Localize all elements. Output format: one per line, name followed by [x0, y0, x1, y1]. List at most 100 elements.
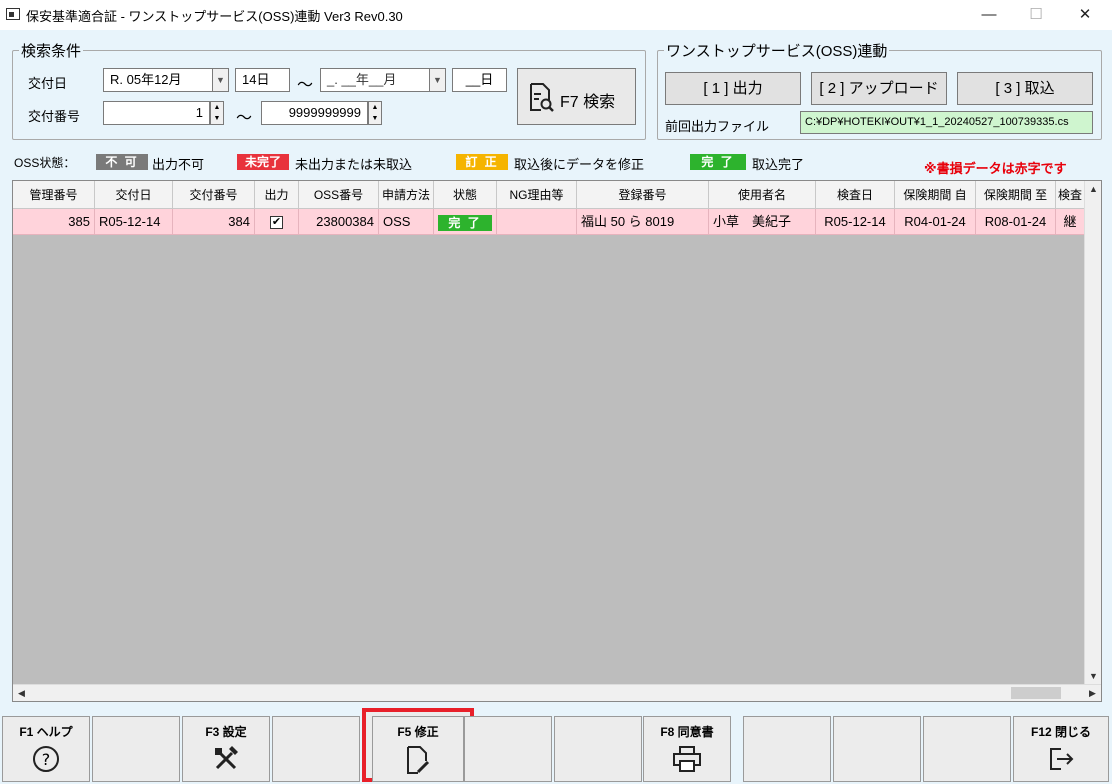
f11-empty-button[interactable] [923, 716, 1011, 782]
date-to-month-field[interactable]: _. __年__月 [320, 68, 430, 92]
f3-label: F3 設定 [205, 725, 247, 739]
cell-kofu-no[interactable]: 384 [173, 209, 255, 235]
search-button-label: F7 検索 [560, 94, 616, 111]
minimize-button[interactable]: — [966, 0, 1012, 30]
cell-extra[interactable]: 継 [1056, 209, 1085, 235]
cell-reg-no[interactable]: 福山 50 ら 8019 [577, 209, 709, 235]
last-file-label: 前回出力ファイル [665, 119, 770, 134]
f7-empty-button[interactable] [554, 716, 642, 782]
f2-empty-button[interactable] [92, 716, 180, 782]
scroll-up-icon[interactable]: ▲ [1085, 181, 1102, 198]
oss-import-button[interactable]: [ 3 ] 取込 [957, 72, 1093, 105]
scroll-down-icon[interactable]: ▼ [1085, 668, 1102, 685]
maximize-button[interactable]: ☐ [1013, 0, 1059, 30]
cell-ng-reason[interactable] [497, 209, 577, 235]
f6-empty-button[interactable] [464, 716, 552, 782]
cell-status[interactable]: 完 了 [434, 209, 497, 235]
header-status[interactable]: 状態 [434, 181, 497, 209]
search-document-icon [530, 83, 554, 112]
f4-empty-button[interactable] [272, 716, 360, 782]
cell-ins-to[interactable]: R08-01-24 [976, 209, 1056, 235]
f5-edit-button[interactable]: F5 修正 [372, 716, 464, 782]
header-kanri[interactable]: 管理番号 [13, 181, 95, 209]
record-grid[interactable]: 管理番号 交付日 交付番号 出力 OSS番号 申請方法 状態 NG理由等 登録番… [12, 180, 1102, 702]
f12-label: F12 閉じる [1030, 725, 1091, 739]
status-badge-unavailable: 不 可 [96, 154, 148, 170]
header-kofubi[interactable]: 交付日 [95, 181, 173, 209]
f8-label: F8 同意書 [660, 725, 714, 739]
date-range-tilde: ～ [297, 77, 314, 94]
horizontal-scroll-thumb[interactable] [1011, 687, 1061, 699]
header-kensa[interactable]: 検査日 [816, 181, 895, 209]
cell-kofubi[interactable]: R05-12-14 [95, 209, 173, 235]
help-icon: ? [3, 745, 89, 779]
edit-document-icon [373, 745, 463, 781]
status-text-unavailable: 出力不可 [152, 157, 205, 172]
cell-oss-no[interactable]: 23800384 [299, 209, 379, 235]
status-text-complete: 取込完了 [752, 157, 805, 172]
spoiled-data-note: ※書損データは赤字です [924, 161, 1067, 176]
cell-method[interactable]: OSS [379, 209, 434, 235]
number-to-spinner[interactable]: ▲ ▼ [368, 101, 382, 125]
header-method[interactable]: 申請方法 [379, 181, 434, 209]
f1-label: F1 ヘルプ [19, 725, 73, 739]
cell-output[interactable]: ✔ [255, 209, 299, 235]
table-row[interactable]: 385 R05-12-14 384 ✔ 23800384 OSS 完 了 福山 … [13, 209, 1085, 235]
tools-icon [183, 745, 269, 779]
status-badge-incomplete: 未完了 [237, 154, 289, 170]
header-oss-no[interactable]: OSS番号 [299, 181, 379, 209]
f12-close-button[interactable]: F12 閉じる [1013, 716, 1109, 782]
number-from-spinner[interactable]: ▲ ▼ [210, 101, 224, 125]
cell-kanri[interactable]: 385 [13, 209, 95, 235]
cell-user[interactable]: 小草 美紀子 [709, 209, 816, 235]
number-from-field[interactable]: 1 [103, 101, 210, 125]
scroll-right-icon[interactable]: ▶ [1084, 685, 1101, 702]
scroll-left-icon[interactable]: ◀ [13, 685, 30, 702]
number-to-field[interactable]: 9999999999 [261, 101, 368, 125]
app-icon [6, 8, 20, 20]
status-text-incomplete: 未出力または未取込 [295, 157, 413, 172]
oss-output-button[interactable]: [ 1 ] 出力 [665, 72, 801, 105]
last-file-path: C:¥DP¥HOTEKI¥OUT¥1_1_20240527_100739335.… [800, 111, 1093, 134]
header-output[interactable]: 出力 [255, 181, 299, 209]
oss-status-label: OSS状態： [14, 156, 76, 170]
header-kofu-no[interactable]: 交付番号 [173, 181, 255, 209]
horizontal-scrollbar[interactable]: ◀ ▶ [13, 684, 1101, 701]
header-ins-from[interactable]: 保険期間 自 [895, 181, 976, 209]
exit-icon [1014, 745, 1108, 779]
f9-empty-button[interactable] [743, 716, 831, 782]
output-checkbox[interactable]: ✔ [270, 216, 283, 230]
date-label: 交付日 [28, 76, 68, 91]
cell-ins-from[interactable]: R04-01-24 [895, 209, 976, 235]
status-badge-complete: 完 了 [690, 154, 746, 170]
grid-header: 管理番号 交付日 交付番号 出力 OSS番号 申請方法 状態 NG理由等 登録番… [13, 181, 1085, 209]
search-button[interactable]: F7 検索 [517, 68, 636, 125]
close-window-button[interactable]: ✕ [1062, 0, 1108, 30]
f10-empty-button[interactable] [833, 716, 921, 782]
date-from-day-field[interactable]: 14日 [235, 68, 290, 92]
f8-consent-button[interactable]: F8 同意書 [643, 716, 731, 782]
header-reg-no[interactable]: 登録番号 [577, 181, 709, 209]
number-label: 交付番号 [28, 109, 81, 124]
svg-text:?: ? [42, 750, 51, 769]
window-title: 保安基準適合証 - ワンストップサービス(OSS)連動 Ver3 Rev0.30 [26, 9, 403, 24]
date-from-dropdown-icon[interactable]: ▼ [212, 68, 229, 92]
f3-settings-button[interactable]: F3 設定 [182, 716, 270, 782]
oss-legend: ワンストップサービス(OSS)連動 [666, 43, 888, 60]
header-ng-reason[interactable]: NG理由等 [497, 181, 577, 209]
status-badge: 完 了 [438, 214, 492, 231]
number-range-tilde: ～ [236, 110, 253, 127]
cell-kensa[interactable]: R05-12-14 [816, 209, 895, 235]
date-to-day-field[interactable]: __日 [452, 68, 507, 92]
f1-help-button[interactable]: F1 ヘルプ ? [2, 716, 90, 782]
header-extra[interactable]: 検査 [1056, 181, 1085, 209]
f5-label: F5 修正 [397, 725, 439, 739]
date-to-dropdown-icon[interactable]: ▼ [429, 68, 446, 92]
status-badge-corrected: 訂 正 [456, 154, 508, 170]
header-user[interactable]: 使用者名 [709, 181, 816, 209]
vertical-scrollbar[interactable]: ▲ ▼ [1084, 181, 1101, 685]
printer-icon [644, 745, 730, 779]
date-from-month-field[interactable]: R. 05年12月 [103, 68, 213, 92]
header-ins-to[interactable]: 保険期間 至 [976, 181, 1056, 209]
oss-upload-button[interactable]: [ 2 ] アップロード [811, 72, 947, 105]
